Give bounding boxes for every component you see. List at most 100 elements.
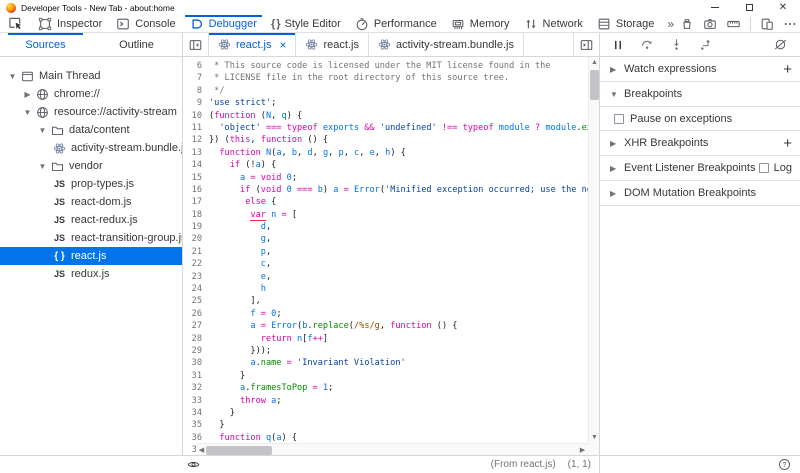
tree-item-vendor[interactable]: ▼ vendor <box>0 157 182 175</box>
add-button[interactable]: + <box>783 62 792 77</box>
code-text[interactable]: return n[f++] <box>209 333 328 345</box>
line-number[interactable]: 35 <box>183 419 209 431</box>
line-number[interactable]: 33 <box>183 395 209 407</box>
chevron-right-icon[interactable]: ▶ <box>610 65 624 74</box>
line-number[interactable]: 22 <box>183 258 209 270</box>
code-text[interactable]: f = 0; <box>209 308 281 320</box>
skip-pausing-button[interactable] <box>773 38 788 51</box>
code-text[interactable]: a = Error(b.replace(/%s/g, function () { <box>209 320 457 332</box>
code-line[interactable]: 23 e, <box>183 271 588 283</box>
line-number[interactable]: 16 <box>183 184 209 196</box>
code-line[interactable]: 28 return n[f++] <box>183 333 588 345</box>
section-xhr-breakpoints[interactable]: ▶ XHR Breakpoints + <box>600 131 800 156</box>
line-number[interactable]: 24 <box>183 283 209 295</box>
pick-element-button[interactable] <box>0 15 31 32</box>
line-number[interactable]: 14 <box>183 159 209 171</box>
code-line[interactable]: 22 c, <box>183 258 588 270</box>
panel-tab-sources[interactable]: Sources <box>0 33 91 56</box>
code-line[interactable]: 31 } <box>183 370 588 382</box>
code-line[interactable]: 21 p, <box>183 246 588 258</box>
more-tools-chevron-button[interactable]: » <box>661 15 680 32</box>
tree-item-redux.js[interactable]: JS redux.js <box>0 265 182 283</box>
tree-item-chrome://[interactable]: ▶ chrome:// <box>0 85 182 103</box>
source-tab-react.js[interactable]: react.js <box>296 33 369 56</box>
window-minimize-button[interactable] <box>698 0 732 15</box>
code-text[interactable]: a.name = 'Invariant Violation' <box>209 357 405 369</box>
code-line[interactable]: 7 * LICENSE file in the root directory o… <box>183 72 588 84</box>
tree-item-react.js[interactable]: { } react.js <box>0 247 182 265</box>
code-line[interactable]: 15 a = void 0; <box>183 172 588 184</box>
code-line[interactable]: 13 function N(a, b, d, g, p, c, e, h) { <box>183 147 588 159</box>
tree-item-prop-types.js[interactable]: JS prop-types.js <box>0 175 182 193</box>
line-number[interactable]: 28 <box>183 333 209 345</box>
code-line[interactable]: 25 ], <box>183 295 588 307</box>
chevron-down-icon[interactable]: ▼ <box>36 162 49 171</box>
step-over-button[interactable] <box>640 38 654 51</box>
code-text[interactable]: var n = [ <box>209 209 297 221</box>
line-number[interactable]: 21 <box>183 246 209 258</box>
chevron-down-icon[interactable]: ▼ <box>6 72 19 81</box>
collapse-sources-panel-button[interactable] <box>183 33 209 56</box>
code-text[interactable]: e, <box>209 271 271 283</box>
code-text[interactable]: 'object' === typeof exports && 'undefine… <box>209 122 588 134</box>
source-origin-note[interactable]: (From react.js) <box>491 459 556 470</box>
pause-on-exceptions-row[interactable]: Pause on exceptions <box>600 107 800 131</box>
section-event-listener-breakpoints[interactable]: ▶ Event Listener Breakpoints Log <box>600 156 800 181</box>
line-number[interactable]: 30 <box>183 357 209 369</box>
code-line[interactable]: 19 d, <box>183 221 588 233</box>
code-text[interactable]: * LICENSE file in the root directory of … <box>209 72 509 84</box>
tree-item-data/content[interactable]: ▼ data/content <box>0 121 182 139</box>
expand-panel-button[interactable] <box>573 33 599 56</box>
source-map-toggle-button[interactable] <box>186 458 201 471</box>
tab-inspector[interactable]: Inspector <box>31 15 109 32</box>
code-line[interactable]: 20 g, <box>183 233 588 245</box>
scroll-up-arrow[interactable]: ▲ <box>589 57 599 68</box>
tab-performance[interactable]: Performance <box>348 15 444 32</box>
line-number[interactable]: 9 <box>183 97 209 109</box>
chevron-right-icon[interactable]: ▶ <box>610 164 624 173</box>
source-tab-react.js[interactable]: react.js × <box>209 33 297 56</box>
section-breakpoints[interactable]: ▼ Breakpoints <box>600 82 800 107</box>
code-line[interactable]: 27 a = Error(b.replace(/%s/g, function (… <box>183 320 588 332</box>
line-number[interactable]: 27 <box>183 320 209 332</box>
line-number[interactable]: 15 <box>183 172 209 184</box>
line-number[interactable]: 18 <box>183 209 209 221</box>
code-text[interactable]: h <box>209 283 266 295</box>
tab-storage[interactable]: Storage <box>590 15 662 32</box>
line-number[interactable]: 29 <box>183 345 209 357</box>
code-text[interactable]: 'use strict'; <box>209 97 276 109</box>
code-text[interactable]: } <box>209 407 235 419</box>
vertical-scrollbar-thumb[interactable] <box>590 70 599 100</box>
code-text[interactable]: a = void 0; <box>209 172 297 184</box>
code-text[interactable]: g, <box>209 233 271 245</box>
chevron-down-icon[interactable]: ▼ <box>21 108 34 117</box>
paint-flashing-button[interactable] <box>680 17 694 31</box>
line-number[interactable]: 20 <box>183 233 209 245</box>
code-text[interactable]: } <box>209 419 224 431</box>
code-line[interactable]: 9'use strict'; <box>183 97 588 109</box>
code-line[interactable]: 17 else { <box>183 196 588 208</box>
line-number[interactable]: 23 <box>183 271 209 283</box>
tab-console[interactable]: Console <box>109 15 182 32</box>
section-watch-expressions[interactable]: ▶ Watch expressions + <box>600 57 800 82</box>
line-number[interactable]: 31 <box>183 370 209 382</box>
code-text[interactable]: throw a; <box>209 395 281 407</box>
chevron-right-icon[interactable]: ▶ <box>21 90 34 99</box>
tree-item-react-dom.js[interactable]: JS react-dom.js <box>0 193 182 211</box>
code-line[interactable]: 33 throw a; <box>183 395 588 407</box>
line-number[interactable]: 6 <box>183 60 209 72</box>
code-area[interactable]: 6 * This source code is licensed under t… <box>183 57 588 455</box>
code-line[interactable]: 14 if (!a) { <box>183 159 588 171</box>
code-line[interactable]: 32 a.framesToPop = 1; <box>183 382 588 394</box>
code-text[interactable]: })); <box>209 345 271 357</box>
log-checkbox[interactable] <box>758 163 769 173</box>
chevron-down-icon[interactable]: ▼ <box>610 90 624 99</box>
window-maximize-button[interactable] <box>732 0 766 15</box>
line-number[interactable]: 32 <box>183 382 209 394</box>
code-text[interactable]: */ <box>209 85 224 97</box>
settings-menu-button[interactable] <box>783 17 797 31</box>
code-line[interactable]: 18 var n = [ <box>183 209 588 221</box>
close-tab-button[interactable]: × <box>279 38 286 52</box>
tree-item-react-transition-group.js[interactable]: JS react-transition-group.js <box>0 229 182 247</box>
line-number[interactable]: 34 <box>183 407 209 419</box>
